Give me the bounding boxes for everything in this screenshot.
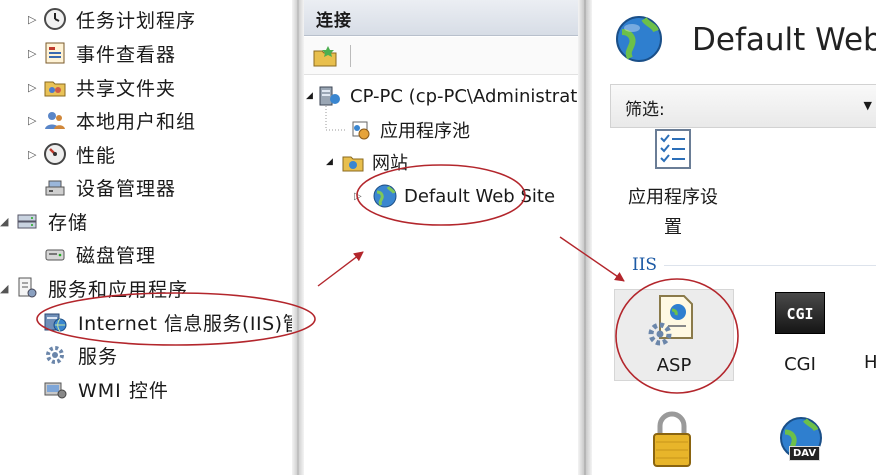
performance-icon <box>42 141 68 167</box>
tree-connector-lines <box>325 106 346 131</box>
connections-pane: 连接 ◢ CP-PC (cp-PC\Administrator) 应用程序池 ◢… <box>304 0 578 475</box>
feature-handler-mappings[interactable]: H <box>864 352 876 373</box>
services-apps-icon <box>14 275 40 301</box>
tree-item-label: WMI 控件 <box>78 379 169 402</box>
expand-arrow-icon[interactable]: ▷ <box>28 47 42 60</box>
tree-item-iis-manager[interactable]: Internet 信息服务(IIS)管理器 <box>42 306 292 338</box>
filter-bar[interactable]: 筛选: ▼ <box>610 84 876 128</box>
tree-item-device-manager[interactable]: 设备管理器 <box>28 171 176 203</box>
pane-splitter-left[interactable] <box>292 0 304 475</box>
tree-item-disk-management[interactable]: 磁盘管理 <box>28 238 156 270</box>
group-header-iis: IIS <box>632 255 658 275</box>
feature-cgi[interactable]: CGI CGI <box>760 292 840 375</box>
dav-badge: DAV <box>789 446 821 461</box>
feature-label: CGI <box>784 354 816 375</box>
tree-item-label: 存储 <box>48 211 89 234</box>
lock-icon <box>642 410 702 473</box>
collapse-arrow-icon[interactable]: ◢ <box>0 282 14 295</box>
tree-item-label: 服务和应用程序 <box>48 278 189 301</box>
tree-item-services-apps[interactable]: ◢ 服务和应用程序 <box>0 272 188 304</box>
tree-item-storage[interactable]: ◢ 存储 <box>0 205 88 237</box>
cgi-icon: CGI <box>775 292 825 334</box>
tree-item-label: 性能 <box>76 144 117 167</box>
tree-item-label: Internet 信息服务(IIS)管理器 <box>78 312 292 335</box>
computer-management-tree: ▷ 任务计划程序 ▷ 事件查看器 ▷ 共享文件夹 ▷ 本地用户和组 ▷ 性能 设… <box>0 0 292 475</box>
event-viewer-icon <box>42 40 68 66</box>
site-globe-icon <box>614 14 664 68</box>
dropdown-arrow-icon[interactable]: ▼ <box>864 99 872 112</box>
tree-item-label: 事件查看器 <box>76 43 177 66</box>
expand-arrow-icon[interactable]: ▷ <box>28 81 42 94</box>
wmi-icon <box>42 376 68 402</box>
disk-icon <box>42 241 68 267</box>
iis-icon <box>42 309 68 335</box>
tree-item-label: 本地用户和组 <box>76 110 197 133</box>
asp-icon <box>615 294 733 353</box>
feature-label: 应用程序设置 <box>628 187 718 238</box>
pane-splitter-right[interactable] <box>578 0 592 475</box>
tree-item-label: 磁盘管理 <box>76 244 157 267</box>
users-icon <box>42 107 68 133</box>
page-title: Default Web Site 主页 <box>692 22 876 58</box>
collapse-arrow-icon[interactable]: ◢ <box>0 215 14 228</box>
storage-icon <box>14 208 40 234</box>
tree-item-label: 设备管理器 <box>76 177 177 200</box>
expand-arrow-icon[interactable]: ▷ <box>28 148 42 161</box>
device-manager-icon <box>42 174 68 200</box>
tree-item-event-viewer[interactable]: ▷ 事件查看器 <box>28 37 176 69</box>
feature-label: H <box>864 352 876 373</box>
tree-item-task-scheduler[interactable]: ▷ 任务计划程序 <box>28 3 196 35</box>
feature-authentication[interactable] <box>642 410 702 473</box>
feature-asp[interactable]: ASP <box>614 289 734 381</box>
tree-item-label: 任务计划程序 <box>76 9 197 32</box>
clock-icon <box>42 6 68 32</box>
feature-webdav[interactable]: DAV <box>772 414 832 470</box>
tree-item-services[interactable]: 服务 <box>42 339 118 371</box>
webdav-icon: DAV <box>777 414 827 470</box>
feature-app-settings[interactable]: 应用程序设置 <box>618 128 728 243</box>
feature-label: ASP <box>656 355 692 376</box>
tree-item-wmi-control[interactable]: WMI 控件 <box>42 373 169 405</box>
tree-item-performance[interactable]: ▷ 性能 <box>28 138 116 170</box>
feature-view-pane: Default Web Site 主页 筛选: ▼ 应用程序设置 IIS ASP… <box>592 0 876 475</box>
expand-arrow-icon[interactable]: ▷ <box>28 114 42 127</box>
tree-item-shared-folders[interactable]: ▷ 共享文件夹 <box>28 71 176 103</box>
filter-label: 筛选: <box>625 100 665 120</box>
shared-folder-icon <box>42 74 68 100</box>
tree-item-local-users[interactable]: ▷ 本地用户和组 <box>28 104 196 136</box>
group-divider <box>664 265 876 266</box>
app-settings-icon <box>618 128 728 177</box>
expand-arrow-icon[interactable]: ▷ <box>28 13 42 26</box>
gear-icon <box>42 342 68 368</box>
tree-item-label: 服务 <box>78 345 119 368</box>
tree-item-label: 共享文件夹 <box>76 77 177 100</box>
